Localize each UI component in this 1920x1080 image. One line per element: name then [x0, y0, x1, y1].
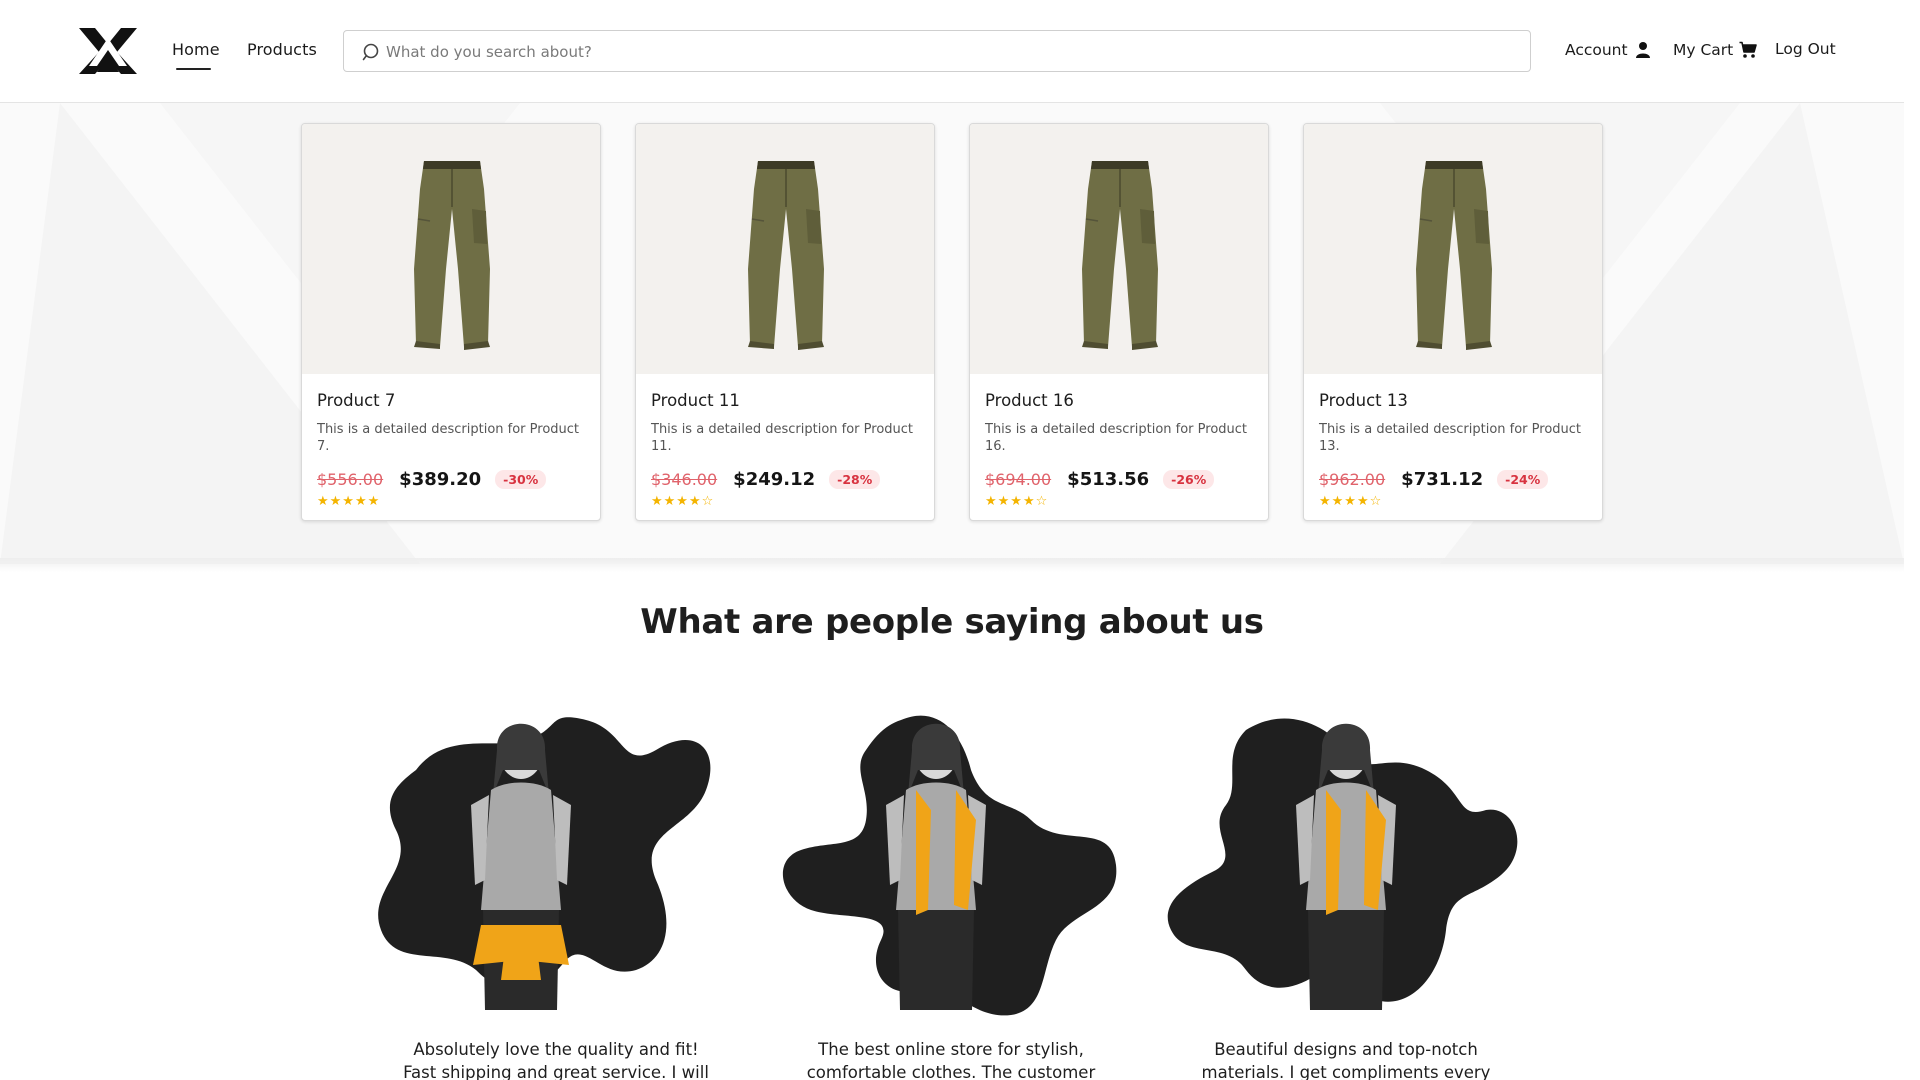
- products-section: [0, 103, 1904, 564]
- testimonial-line: The best online store for stylish,: [818, 1040, 1084, 1059]
- star-rating: ★★★★☆: [1319, 494, 1383, 509]
- original-price: $556.00: [317, 470, 384, 489]
- price-row: $962.00 $731.12 -24%: [1319, 469, 1549, 490]
- product-image[interactable]: [636, 124, 934, 374]
- testimonial-line: Beautiful designs and top-notch: [1214, 1040, 1478, 1059]
- star-rating: ★★★★☆: [985, 494, 1049, 509]
- price-row: $694.00 $513.56 -26%: [985, 469, 1215, 490]
- account-link[interactable]: Account: [1565, 41, 1652, 59]
- active-nav-indicator: [176, 68, 211, 70]
- original-price: $346.00: [651, 470, 718, 489]
- product-description: This is a detailed description for Produ…: [985, 422, 1248, 454]
- nav-products-link[interactable]: Products: [247, 40, 317, 59]
- testimonial-line: materials. I get compliments every: [1201, 1063, 1491, 1080]
- testimonial-card: The best online store for stylish, comfo…: [771, 710, 1131, 1080]
- sale-price: $513.56: [1067, 469, 1150, 490]
- discount-badge: -26%: [1163, 470, 1215, 489]
- page: Home Products Account My Cart: [0, 0, 1904, 1080]
- section-divider: [0, 558, 1904, 572]
- star-rating: ★★★★★: [317, 494, 381, 509]
- pants-image: [1082, 161, 1158, 350]
- cart-label: My Cart: [1673, 41, 1734, 59]
- cart-icon: [1739, 41, 1758, 58]
- product-card[interactable]: Product 7 This is a detailed description…: [301, 123, 601, 521]
- nav-home-link[interactable]: Home: [172, 40, 220, 59]
- pants-image: [1416, 161, 1492, 350]
- product-title[interactable]: Product 16: [985, 391, 1074, 410]
- pants-image: [414, 161, 490, 350]
- search-bar[interactable]: [343, 30, 1531, 73]
- logout-link[interactable]: Log Out: [1775, 40, 1836, 58]
- testimonial-photo: [782, 715, 1117, 1016]
- original-price: $694.00: [985, 470, 1052, 489]
- discount-badge: -30%: [495, 470, 547, 489]
- product-description: This is a detailed description for Produ…: [1319, 422, 1582, 454]
- testimonial-photo: [378, 717, 711, 1010]
- discount-badge: -28%: [829, 470, 881, 489]
- sale-price: $389.20: [399, 469, 482, 490]
- price-row: $346.00 $249.12 -28%: [651, 469, 881, 490]
- testimonial-quote: Absolutely love the quality and fit! Fas…: [376, 1038, 736, 1080]
- testimonial-quote: Beautiful designs and top-notch material…: [1166, 1038, 1526, 1080]
- product-description: This is a detailed description for Produ…: [651, 422, 914, 454]
- testimonial-card: Absolutely love the quality and fit! Fas…: [376, 710, 736, 1080]
- product-title[interactable]: Product 11: [651, 391, 740, 410]
- product-image[interactable]: [302, 124, 600, 374]
- top-navbar: Home Products Account My Cart: [0, 0, 1904, 103]
- account-label: Account: [1565, 41, 1628, 59]
- testimonial-card: Beautiful designs and top-notch material…: [1166, 710, 1526, 1080]
- pants-image: [748, 161, 824, 350]
- cart-link[interactable]: My Cart: [1673, 41, 1758, 59]
- background-pattern: [0, 103, 1904, 564]
- product-description: This is a detailed description for Produ…: [317, 422, 580, 454]
- search-input[interactable]: [384, 31, 1518, 73]
- product-image[interactable]: [970, 124, 1268, 374]
- testimonial-line: Fast shipping and great service. I will: [403, 1063, 709, 1080]
- star-rating: ★★★★☆: [651, 494, 715, 509]
- product-card[interactable]: Product 13 This is a detailed descriptio…: [1303, 123, 1603, 521]
- testimonials-title: What are people saying about us: [640, 602, 1264, 642]
- testimonial-quote: The best online store for stylish, comfo…: [771, 1038, 1131, 1080]
- product-title[interactable]: Product 13: [1319, 391, 1408, 410]
- product-card[interactable]: Product 11 This is a detailed descriptio…: [635, 123, 935, 521]
- brand-logo[interactable]: [75, 24, 141, 78]
- sale-price: $249.12: [733, 469, 816, 490]
- product-image[interactable]: [1304, 124, 1602, 374]
- product-card[interactable]: Product 16 This is a detailed descriptio…: [969, 123, 1269, 521]
- testimonial-photo: [1167, 718, 1518, 1010]
- price-row: $556.00 $389.20 -30%: [317, 469, 547, 490]
- user-icon: [1635, 42, 1650, 58]
- search-icon[interactable]: [362, 42, 382, 62]
- sale-price: $731.12: [1401, 469, 1484, 490]
- original-price: $962.00: [1319, 470, 1386, 489]
- discount-badge: -24%: [1497, 470, 1549, 489]
- product-title[interactable]: Product 7: [317, 391, 395, 410]
- testimonial-line: comfortable clothes. The customer: [806, 1063, 1096, 1080]
- testimonial-line: Absolutely love the quality and fit!: [413, 1040, 699, 1059]
